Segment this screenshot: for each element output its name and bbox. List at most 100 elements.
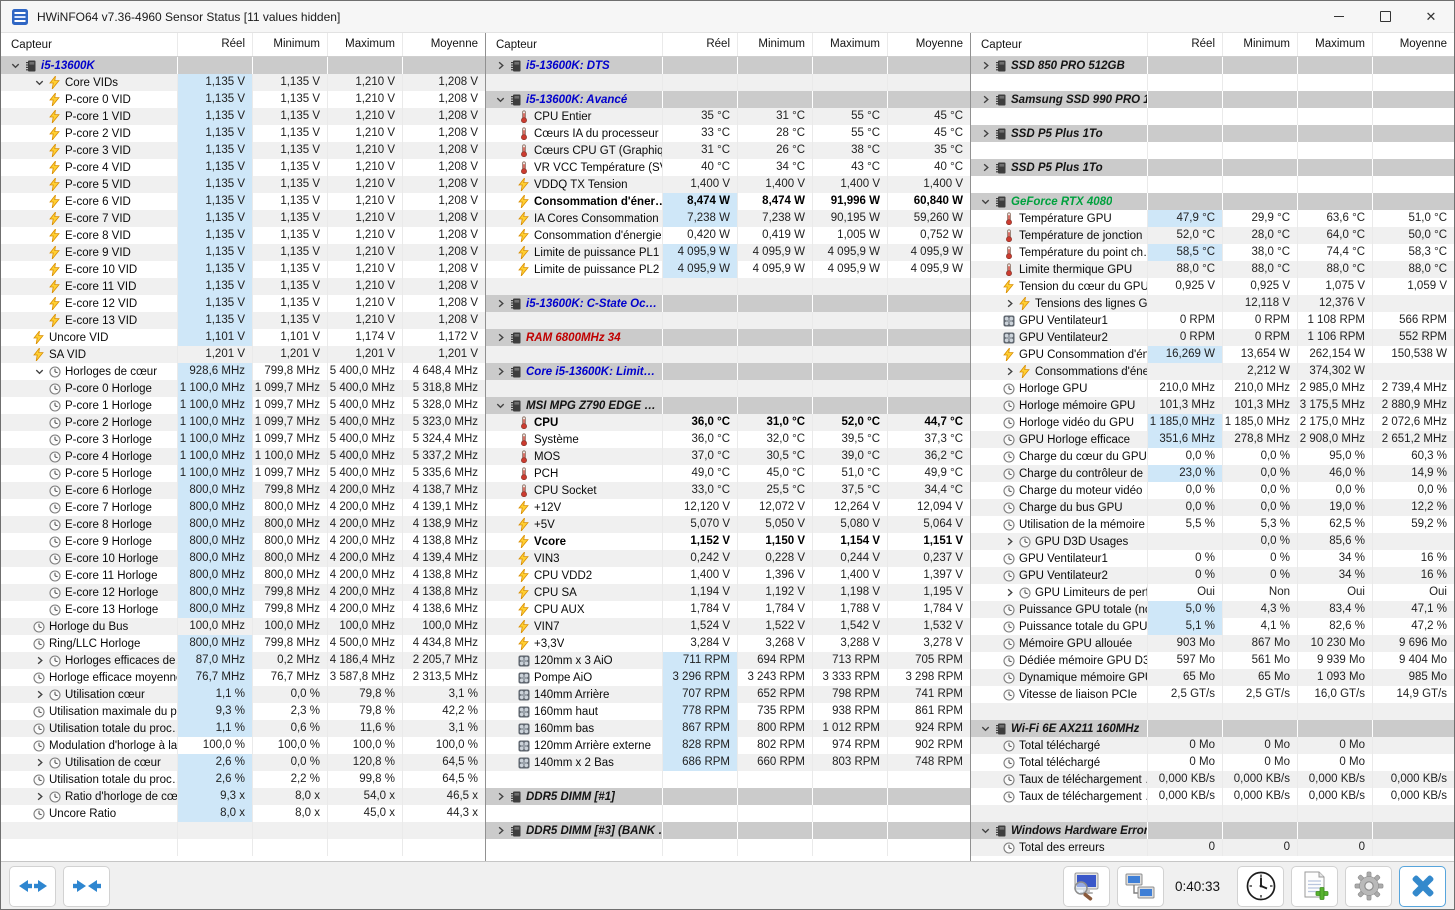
sensor-row[interactable]: Consommations d'éne…2,212 W374,302 W — [971, 363, 1454, 380]
sensor-row[interactable]: CPU Socket33,0 °C25,5 °C37,5 °C34,4 °C — [486, 482, 970, 499]
sensor-row[interactable]: Température du point ch…58,5 °C38,0 °C74… — [971, 244, 1454, 261]
section-header-row[interactable]: RAM 6800MHz 34 — [486, 329, 970, 346]
sensor-row[interactable]: Mémoire GPU allouée903 Mo867 Mo10 230 Mo… — [971, 635, 1454, 652]
sensor-row[interactable]: Utilisation cœur1,1 %0,0 %79,8 %3,1 % — [1, 686, 485, 703]
sensor-row[interactable]: P-core 3 VID1,135 V1,135 V1,210 V1,208 V — [1, 142, 485, 159]
sensor-row[interactable]: Température GPU47,9 °C29,9 °C63,6 °C51,0… — [971, 210, 1454, 227]
column-header-minimum[interactable]: Minimum — [1223, 33, 1298, 56]
section-header-row[interactable]: i5-13600K — [1, 57, 485, 74]
chevron-down-icon[interactable] — [977, 825, 993, 836]
system-summary-button[interactable] — [1063, 866, 1110, 907]
sensor-row[interactable]: E-core 9 VID1,135 V1,135 V1,210 V1,208 V — [1, 244, 485, 261]
sensor-row[interactable]: Horloge GPU210,0 MHz210,0 MHz2 985,0 MHz… — [971, 380, 1454, 397]
sensor-row[interactable]: GPU Ventilateur10 %0 %34 %16 % — [971, 550, 1454, 567]
sensor-row[interactable]: E-core 7 VID1,135 V1,135 V1,210 V1,208 V — [1, 210, 485, 227]
section-header-row[interactable]: i5-13600K: Avancé — [486, 91, 970, 108]
column-header-moyenne[interactable]: Moyenne — [403, 33, 485, 56]
sensor-row[interactable]: Taux de téléchargement …0,000 KB/s0,000 … — [971, 788, 1454, 805]
column-header-maximum[interactable]: Maximum — [1298, 33, 1373, 56]
sensor-row[interactable]: Cœurs CPU GT (Graphiqu…31 °C26 °C38 °C35… — [486, 142, 970, 159]
sensor-row[interactable]: 140mm Arrière707 RPM652 RPM798 RPM741 RP… — [486, 686, 970, 703]
sensor-row[interactable]: Consommation d'énergie …0,420 W0,419 W1,… — [486, 227, 970, 244]
sensor-row[interactable]: GPU D3D Usages0,0 %85,6 % — [971, 533, 1454, 550]
close-button[interactable]: ✕ — [1408, 1, 1454, 32]
column-header-moyenne[interactable]: Moyenne — [1373, 33, 1454, 56]
chevron-down-icon[interactable] — [977, 196, 993, 207]
chevron-right-icon[interactable] — [31, 655, 47, 666]
chevron-right-icon[interactable] — [492, 366, 508, 377]
sensor-row[interactable]: GPU Consommation d'én…16,269 W13,654 W26… — [971, 346, 1454, 363]
sensor-row[interactable]: Horloges de cœur928,6 MHz799,8 MHz5 400,… — [1, 363, 485, 380]
column-header-reel[interactable]: Réel — [1148, 33, 1223, 56]
remote-monitoring-button[interactable] — [1117, 866, 1164, 907]
chevron-right-icon[interactable] — [492, 825, 508, 836]
sensor-row[interactable]: Ring/LLC Horloge800,0 MHz799,8 MHz4 500,… — [1, 635, 485, 652]
column-header-reel[interactable]: Réel — [663, 33, 738, 56]
sensor-row[interactable]: Tension du cœur du GPU0,925 V0,925 V1,07… — [971, 278, 1454, 295]
chevron-down-icon[interactable] — [31, 366, 47, 377]
sensor-row[interactable]: GPU Ventilateur20 RPM0 RPM1 106 RPM552 R… — [971, 329, 1454, 346]
chevron-right-icon[interactable] — [31, 689, 47, 700]
sensor-row[interactable]: Charge du cœur du GPU0,0 %0,0 %95,0 %60,… — [971, 448, 1454, 465]
sensor-row[interactable]: Horloges efficaces de…87,0 MHz0,2 MHz4 1… — [1, 652, 485, 669]
sensor-row[interactable]: VDDQ TX Tension1,400 V1,400 V1,400 V1,40… — [486, 176, 970, 193]
sensor-row[interactable]: E-core 13 Horloge800,0 MHz799,8 MHz4 200… — [1, 601, 485, 618]
sensor-row[interactable]: E-core 12 Horloge800,0 MHz799,8 MHz4 200… — [1, 584, 485, 601]
sensor-row[interactable]: Total des erreurs000 — [971, 839, 1454, 856]
section-header-row[interactable]: MSI MPG Z790 EDGE … — [486, 397, 970, 414]
sensor-row[interactable]: P-core 5 Horloge1 100,0 MHz1 099,7 MHz5 … — [1, 465, 485, 482]
sensor-row[interactable]: Limite de puissance PL14 095,9 W4 095,9 … — [486, 244, 970, 261]
sensor-row[interactable]: P-core 0 Horloge1 100,0 MHz1 099,7 MHz5 … — [1, 380, 485, 397]
sensor-row[interactable]: P-core 0 VID1,135 V1,135 V1,210 V1,208 V — [1, 91, 485, 108]
column-header-capteur[interactable]: Capteur — [486, 33, 663, 56]
sensor-row[interactable]: Core VIDs1,135 V1,135 V1,210 V1,208 V — [1, 74, 485, 91]
sensor-row[interactable]: E-core 13 VID1,135 V1,135 V1,210 V1,208 … — [1, 312, 485, 329]
sensor-row[interactable]: E-core 8 VID1,135 V1,135 V1,210 V1,208 V — [1, 227, 485, 244]
sensor-row[interactable]: IA Cores Consommation …7,238 W7,238 W90,… — [486, 210, 970, 227]
sensor-row[interactable]: Horloge mémoire GPU101,3 MHz101,3 MHz3 1… — [971, 397, 1454, 414]
sensor-row[interactable]: Horloge du Bus100,0 MHz100,0 MHz100,0 MH… — [1, 618, 485, 635]
sensor-row[interactable]: 120mm x 3 AiO711 RPM694 RPM713 RPM705 RP… — [486, 652, 970, 669]
chevron-right-icon[interactable] — [492, 791, 508, 802]
sensor-row[interactable]: Charge du bus GPU0,0 %0,0 %19,0 %12,2 % — [971, 499, 1454, 516]
sensor-row[interactable]: P-core 2 Horloge1 100,0 MHz1 099,7 MHz5 … — [1, 414, 485, 431]
sensor-row[interactable]: P-core 5 VID1,135 V1,135 V1,210 V1,208 V — [1, 176, 485, 193]
collapse-columns-button[interactable] — [63, 866, 110, 907]
sensor-row[interactable]: Horloge vidéo du GPU1 185,0 MHz1 185,0 M… — [971, 414, 1454, 431]
sensor-row[interactable]: Horloge efficace moyenne76,7 MHz76,7 MHz… — [1, 669, 485, 686]
sensor-row[interactable]: Utilisation de la mémoire …5,5 %5,3 %62,… — [971, 516, 1454, 533]
column-header-reel[interactable]: Réel — [178, 33, 253, 56]
section-header-row[interactable]: Samsung SSD 990 PRO 1TB — [971, 91, 1454, 108]
chevron-right-icon[interactable] — [1001, 587, 1017, 598]
sensor-row[interactable]: Ratio d'horloge de cœur9,3 x8,0 x54,0 x4… — [1, 788, 485, 805]
sensor-row[interactable]: Puissance totale du GPU …5,1 %4,1 %82,6 … — [971, 618, 1454, 635]
sensor-row[interactable]: Dédiée mémoire GPU D3D597 Mo561 Mo9 939 … — [971, 652, 1454, 669]
section-header-row[interactable]: SSD P5 Plus 1To — [971, 159, 1454, 176]
sensor-row[interactable]: P-core 4 VID1,135 V1,135 V1,210 V1,208 V — [1, 159, 485, 176]
sensor-row[interactable]: GPU Ventilateur10 RPM0 RPM1 108 RPM566 R… — [971, 312, 1454, 329]
chevron-right-icon[interactable] — [1001, 366, 1017, 377]
sensor-row[interactable]: Utilisation totale du proc…1,1 %0,6 %11,… — [1, 720, 485, 737]
maximize-button[interactable] — [1362, 1, 1408, 32]
sensor-row[interactable]: E-core 7 Horloge800,0 MHz800,0 MHz4 200,… — [1, 499, 485, 516]
sensor-row[interactable]: Charge du contrôleur de …23,0 %0,0 %46,0… — [971, 465, 1454, 482]
column-header-moyenne[interactable]: Moyenne — [888, 33, 970, 56]
sensor-row[interactable]: VR VCC Température (SV…40 °C34 °C43 °C40… — [486, 159, 970, 176]
sensor-row[interactable]: VIN71,524 V1,522 V1,542 V1,532 V — [486, 618, 970, 635]
column-header-minimum[interactable]: Minimum — [738, 33, 813, 56]
column-header-minimum[interactable]: Minimum — [253, 33, 328, 56]
chevron-right-icon[interactable] — [1001, 298, 1017, 309]
sensor-row[interactable]: Cœurs IA du processeur33 °C28 °C55 °C45 … — [486, 125, 970, 142]
chevron-right-icon[interactable] — [31, 757, 47, 768]
sensor-row[interactable]: SA VID1,201 V1,201 V1,201 V1,201 V — [1, 346, 485, 363]
sensor-row[interactable]: PCH49,0 °C45,0 °C51,0 °C49,9 °C — [486, 465, 970, 482]
chevron-right-icon[interactable] — [977, 128, 993, 139]
column-header-maximum[interactable]: Maximum — [813, 33, 888, 56]
section-header-row[interactable]: SSD P5 Plus 1To — [971, 125, 1454, 142]
chevron-right-icon[interactable] — [31, 791, 47, 802]
sensor-row[interactable]: Consommation d'éner…8,474 W8,474 W91,996… — [486, 193, 970, 210]
sensor-row[interactable]: Température de jonction …52,0 °C28,0 °C6… — [971, 227, 1454, 244]
sensor-row[interactable]: Vcore1,152 V1,150 V1,154 V1,151 V — [486, 533, 970, 550]
section-header-row[interactable]: Windows Hardware Error… — [971, 822, 1454, 839]
sensor-row[interactable]: CPU VDD21,400 V1,396 V1,400 V1,397 V — [486, 567, 970, 584]
